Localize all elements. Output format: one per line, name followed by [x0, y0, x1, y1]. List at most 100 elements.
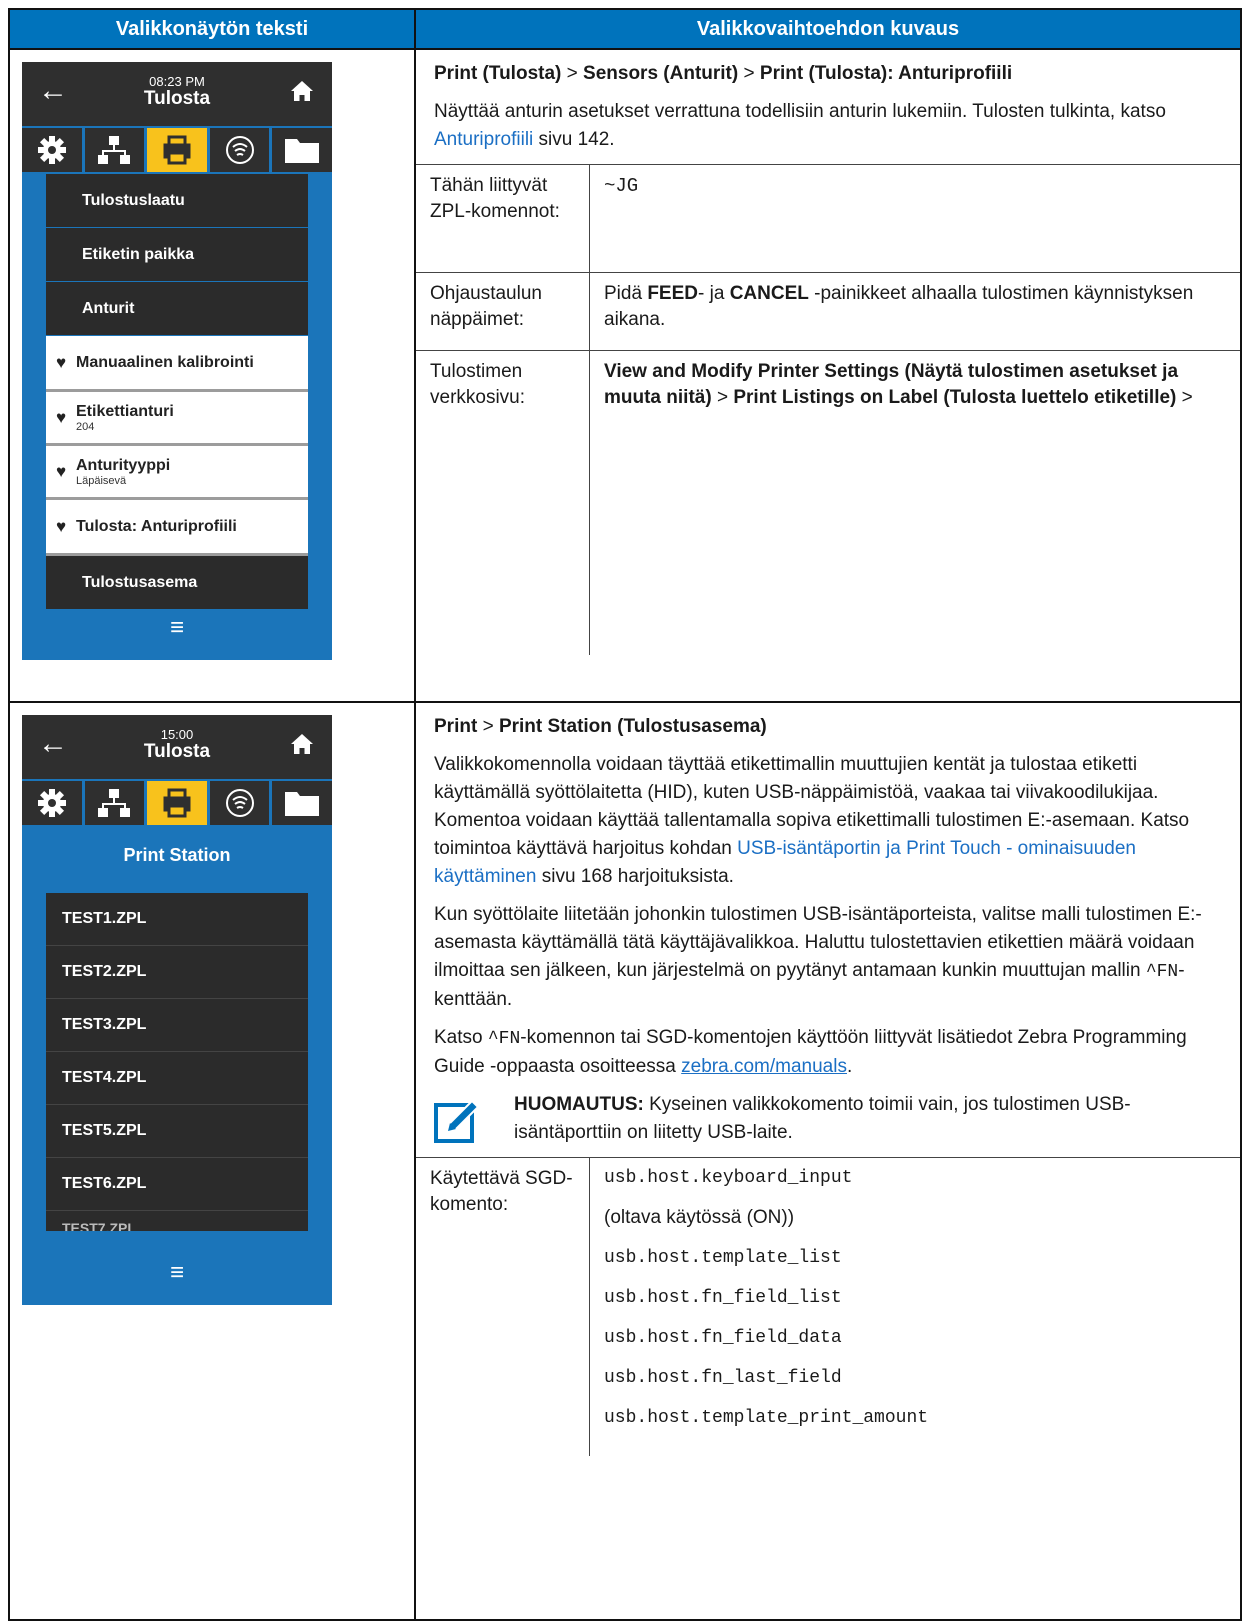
zpl-label: Tähän liittyvät ZPL-komennot:	[416, 165, 590, 272]
description-paragraph-1: Valikkokomennolla voidaan täyttää etiket…	[434, 754, 1190, 887]
screen-icon-bar	[22, 126, 332, 174]
details-row-zpl: Tähän liittyvät ZPL-komennot: ~JG	[416, 165, 1240, 273]
webpage-label: Tulostimen verkkosivu:	[416, 351, 590, 655]
hamburger-menu-icon[interactable]: ≡	[22, 1259, 332, 1287]
description-text: Näyttää anturin asetukset verrattuna tod…	[434, 101, 1166, 150]
list-item[interactable]: TEST6.ZPL	[46, 1158, 308, 1211]
print-station-heading: Print Station	[123, 845, 231, 865]
webpage-value: View and Modify Printer Settings (Näytä …	[604, 361, 1193, 408]
screen-topbar: ← 08:23 PM Tulosta	[22, 62, 332, 126]
screen-time: 15:00	[160, 727, 194, 742]
gear-icon	[37, 789, 66, 817]
menu-item-label-sensor[interactable]: ♥ Etikettianturi 204	[46, 392, 308, 446]
sgd-label: Käytettävä SGD-komento:	[416, 1158, 590, 1456]
menu-item-print-sensor-profile[interactable]: ♥ Tulosta: Anturiprofiili	[46, 500, 308, 556]
storage-tab[interactable]	[272, 781, 332, 825]
folder-icon	[285, 792, 320, 816]
menu-item-sensor-type[interactable]: ♥ Anturityyppi Läpäisevä	[46, 446, 308, 500]
network-tab[interactable]	[85, 781, 148, 825]
print-tab[interactable]	[147, 128, 210, 172]
menu-item-value: 204	[76, 420, 95, 433]
favorite-heart-icon[interactable]: ♥	[46, 517, 76, 537]
connection-tab[interactable]	[210, 781, 273, 825]
screen-icon-bar	[22, 779, 332, 827]
details-table: Tähän liittyvät ZPL-komennot: ~JG Ohjaus…	[416, 164, 1240, 655]
menu-item-manual-calibration[interactable]: ♥ Manuaalinen kalibrointi	[46, 336, 308, 392]
zpl-value: ~JG	[604, 175, 639, 197]
keys-value: Pidä FEED- ja CANCEL -painikkeet alhaall…	[604, 283, 1194, 330]
connection-tab[interactable]	[210, 128, 273, 172]
sgd-command: usb.host.fn_last_field	[604, 1368, 842, 1388]
favorite-heart-icon[interactable]: ♥	[46, 353, 76, 373]
screen-title: Tulosta	[143, 88, 211, 109]
list-item[interactable]: TEST1.ZPL	[46, 893, 308, 946]
list-item[interactable]: TEST2.ZPL	[46, 946, 308, 999]
menu-item-label: Anturityyppi	[76, 456, 171, 474]
note-box: HUOMAUTUS: Kyseinen valikkokomento toimi…	[434, 1091, 1222, 1147]
settings-tab[interactable]	[22, 781, 85, 825]
settings-tab[interactable]	[22, 128, 85, 172]
table-header: Valikkonäytön teksti Valikkovaihtoehdon …	[10, 8, 1240, 50]
list-item-cut-off[interactable]: TEST7.ZPL	[46, 1211, 308, 1231]
favorite-heart-icon[interactable]: ♥	[46, 408, 76, 428]
table-row-sensor-profile: ← 08:23 PM Tulosta Tulostuslaatu Etiketi…	[10, 50, 1240, 703]
note-text: HUOMAUTUS: Kyseinen valikkokomento toimi…	[514, 1094, 1131, 1143]
description-cell: Print > Print Station (Tulostusasema) Va…	[416, 703, 1240, 1619]
sgd-command: usb.host.fn_field_list	[604, 1288, 842, 1308]
menu-item-print-station[interactable]: Tulostusasema	[46, 556, 308, 610]
menu-item-value: Läpäisevä	[76, 474, 127, 487]
screen-title: Tulosta	[143, 741, 211, 762]
printer-icon	[163, 788, 191, 818]
home-icon[interactable]	[290, 733, 314, 755]
network-icon	[98, 789, 131, 817]
printer-icon	[163, 135, 191, 165]
note-pencil-icon	[434, 1099, 480, 1143]
description-paragraph-2: Kun syöttölaite liitetään johonkin tulos…	[434, 904, 1202, 1010]
screen-menu: Tulostuslaatu Etiketin paikka Anturit ♥ …	[46, 174, 308, 610]
table-row-print-station: ← 15:00 Tulosta Print Station TEST1.ZPL …	[10, 703, 1240, 1621]
storage-tab[interactable]	[272, 128, 332, 172]
print-tab[interactable]	[147, 781, 210, 825]
menu-item-label-position[interactable]: Etiketin paikka	[46, 228, 308, 282]
header-col-description: Valikkovaihtoehdon kuvaus	[696, 17, 960, 40]
details-row-sgd: Käytettävä SGD-komento: usb.host.keyboar…	[416, 1158, 1240, 1456]
list-item[interactable]: TEST5.ZPL	[46, 1105, 308, 1158]
sgd-note: (oltava käytössä (ON))	[604, 1207, 795, 1228]
details-row-webpage: Tulostimen verkkosivu: View and Modify P…	[416, 351, 1240, 655]
home-icon[interactable]	[290, 80, 314, 102]
sgd-values: usb.host.keyboard_input (oltava käytössä…	[590, 1158, 1240, 1456]
sgd-command: usb.host.template_list	[604, 1248, 842, 1268]
description-paragraph-3: Katso ^FN-komennon tai SGD-komentojen kä…	[434, 1027, 1187, 1077]
menu-item-sensors[interactable]: Anturit	[46, 282, 308, 336]
list-item[interactable]: TEST3.ZPL	[46, 999, 308, 1052]
zebra-manuals-link[interactable]: zebra.com/manuals	[681, 1056, 847, 1077]
network-tab[interactable]	[85, 128, 148, 172]
sgd-command: usb.host.keyboard_input	[604, 1168, 853, 1188]
network-icon	[98, 136, 131, 164]
gear-icon	[37, 136, 66, 164]
list-item[interactable]: TEST4.ZPL	[46, 1052, 308, 1105]
template-file-list: TEST1.ZPL TEST2.ZPL TEST3.ZPL TEST4.ZPL …	[46, 893, 308, 1231]
menu-table: Valikkonäytön teksti Valikkovaihtoehdon …	[8, 8, 1242, 1621]
sensor-profile-link[interactable]: Anturiprofiili	[434, 129, 533, 150]
wireless-icon	[225, 789, 254, 817]
screen-cell: ← 15:00 Tulosta Print Station TEST1.ZPL …	[10, 703, 416, 1619]
keys-label: Ohjaustaulun näppäimet:	[416, 273, 590, 350]
printer-screen-sensor-profile: ← 08:23 PM Tulosta Tulostuslaatu Etiketi…	[22, 62, 332, 660]
menu-path: Print (Tulosta) > Sensors (Anturit) > Pr…	[434, 63, 1013, 84]
header-col-screen-text: Valikkonäytön teksti	[10, 10, 416, 48]
screen-topbar: ← 15:00 Tulosta	[22, 715, 332, 779]
menu-item-print-quality[interactable]: Tulostuslaatu	[46, 174, 308, 228]
description-cell: Print (Tulosta) > Sensors (Anturit) > Pr…	[416, 50, 1240, 701]
sgd-command: usb.host.template_print_amount	[604, 1408, 929, 1428]
menu-path: Print > Print Station (Tulostusasema)	[434, 716, 767, 737]
details-table: Käytettävä SGD-komento: usb.host.keyboar…	[416, 1157, 1240, 1456]
hamburger-menu-icon[interactable]: ≡	[22, 614, 332, 642]
menu-item-label: Manuaalinen kalibrointi	[76, 353, 254, 371]
sgd-command: usb.host.fn_field_data	[604, 1328, 842, 1348]
menu-item-label: Etikettianturi	[76, 402, 174, 420]
screen-time: 08:23 PM	[149, 74, 205, 89]
printer-screen-print-station: ← 15:00 Tulosta Print Station TEST1.ZPL …	[22, 715, 332, 1305]
favorite-heart-icon[interactable]: ♥	[46, 462, 76, 482]
menu-item-label: Tulosta: Anturiprofiili	[76, 517, 237, 535]
